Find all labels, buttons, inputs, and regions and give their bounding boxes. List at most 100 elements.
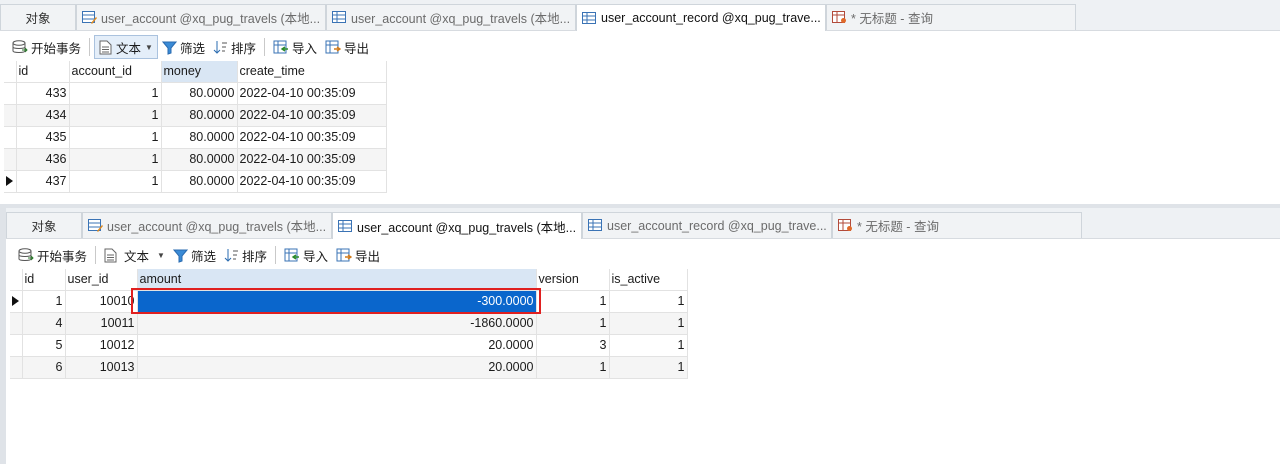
row-indicator[interactable] [4, 148, 17, 171]
tab-objects[interactable]: 对象 [6, 212, 82, 238]
cell-account-id[interactable]: 1 [69, 104, 162, 127]
table-icon [338, 219, 352, 232]
row-indicator[interactable] [10, 356, 23, 379]
cell-version[interactable]: 1 [536, 312, 610, 335]
tab-untitled-query[interactable]: * 无标题 - 查询 [826, 4, 1076, 30]
cell-id[interactable]: 437 [16, 170, 70, 193]
table-row[interactable]: 436 1 80.0000 2022-04-10 00:35:09 [4, 148, 387, 171]
cell-create-time[interactable]: 2022-04-10 00:35:09 [237, 104, 387, 127]
cell-money[interactable]: 80.0000 [161, 82, 238, 105]
cell-is-active[interactable]: 1 [609, 290, 688, 313]
cell-version[interactable]: 1 [536, 356, 610, 379]
begin-transaction-label: 开始事务 [37, 249, 88, 264]
cell-id[interactable]: 435 [16, 126, 70, 149]
column-header-account-id[interactable]: account_id [69, 61, 162, 83]
table-row[interactable]: 434 1 80.0000 2022-04-10 00:35:09 [4, 104, 387, 127]
cell-create-time[interactable]: 2022-04-10 00:35:09 [237, 170, 387, 193]
chevron-down-icon[interactable]: ▼ [145, 43, 153, 52]
row-indicator[interactable] [4, 170, 17, 193]
import-icon [284, 248, 299, 261]
text-view-button[interactable]: 文本 ▼ [100, 244, 169, 266]
cell-is-active[interactable]: 1 [609, 312, 688, 335]
cell-id[interactable]: 4 [22, 312, 66, 335]
column-header-money[interactable]: money [161, 61, 238, 83]
cell-user-id[interactable]: 10013 [65, 356, 138, 379]
cell-amount[interactable]: 20.0000 [137, 334, 537, 357]
table-row[interactable]: 6 10013 20.0000 1 1 [10, 356, 688, 379]
cell-amount[interactable]: -1860.0000 [137, 312, 537, 335]
table-row[interactable]: 437 1 80.0000 2022-04-10 00:35:09 [4, 170, 387, 193]
row-indicator[interactable] [10, 312, 23, 335]
table-row[interactable]: 4 10011 -1860.0000 1 1 [10, 312, 688, 335]
cell-money[interactable]: 80.0000 [161, 148, 238, 171]
begin-transaction-button[interactable]: 开始事务 [8, 36, 85, 58]
cell-id[interactable]: 1 [22, 290, 66, 313]
import-icon [273, 40, 288, 53]
filter-label: 筛选 [179, 41, 205, 56]
column-header-amount[interactable]: amount [137, 269, 537, 291]
row-indicator[interactable] [10, 334, 23, 357]
cell-id[interactable]: 436 [16, 148, 70, 171]
cell-create-time[interactable]: 2022-04-10 00:35:09 [237, 82, 387, 105]
toolbar: 开始事务 文本 ▼ 筛选 排序 导入 导出 [6, 241, 1280, 269]
cell-version[interactable]: 1 [536, 290, 610, 313]
tab-user-account-edit[interactable]: user_account @xq_pug_travels (本地... [82, 212, 332, 238]
sort-button[interactable]: 排序 [209, 36, 260, 58]
cell-user-id[interactable]: 10011 [65, 312, 138, 335]
table-row[interactable]: 435 1 80.0000 2022-04-10 00:35:09 [4, 126, 387, 149]
cell-version[interactable]: 3 [536, 334, 610, 357]
tab-user-account-record[interactable]: user_account_record @xq_pug_trave... [582, 212, 832, 238]
import-button[interactable]: 导入 [269, 36, 321, 58]
import-button[interactable]: 导入 [280, 244, 332, 266]
cell-id[interactable]: 6 [22, 356, 66, 379]
filter-button[interactable]: 筛选 [169, 244, 220, 266]
row-indicator[interactable] [4, 82, 17, 105]
cell-id[interactable]: 5 [22, 334, 66, 357]
cell-account-id[interactable]: 1 [69, 148, 162, 171]
tab-user-account[interactable]: user_account @xq_pug_travels (本地... [326, 4, 576, 30]
cell-user-id[interactable]: 10012 [65, 334, 138, 357]
text-view-button[interactable]: 文本 ▼ [94, 35, 158, 59]
row-indicator[interactable] [4, 104, 17, 127]
row-indicator[interactable] [10, 290, 23, 313]
tab-objects[interactable]: 对象 [0, 4, 76, 30]
column-header-user-id[interactable]: user_id [65, 269, 138, 291]
tab-user-account-record[interactable]: user_account_record @xq_pug_trave... [576, 4, 826, 31]
cell-account-id[interactable]: 1 [69, 170, 162, 193]
sort-button[interactable]: 排序 [220, 244, 271, 266]
cell-user-id[interactable]: 10010 [65, 290, 138, 313]
export-button[interactable]: 导出 [332, 244, 384, 266]
export-button[interactable]: 导出 [321, 36, 373, 58]
cell-amount-selected[interactable]: -300.0000 [137, 290, 537, 313]
cell-id[interactable]: 434 [16, 104, 70, 127]
table-row[interactable]: 433 1 80.0000 2022-04-10 00:35:09 [4, 82, 387, 105]
cell-money[interactable]: 80.0000 [161, 104, 238, 127]
cell-account-id[interactable]: 1 [69, 82, 162, 105]
row-indicator[interactable] [4, 126, 17, 149]
cell-money[interactable]: 80.0000 [161, 126, 238, 149]
toolbar-divider [95, 246, 97, 264]
begin-transaction-button[interactable]: 开始事务 [14, 244, 91, 266]
column-header-id[interactable]: id [16, 61, 70, 83]
column-header-create-time[interactable]: create_time [237, 61, 387, 83]
chevron-down-icon[interactable]: ▼ [157, 251, 165, 260]
table-row[interactable]: 5 10012 20.0000 3 1 [10, 334, 688, 357]
cell-create-time[interactable]: 2022-04-10 00:35:09 [237, 148, 387, 171]
cell-money[interactable]: 80.0000 [161, 170, 238, 193]
table-row[interactable]: 1 10010 -300.0000 1 1 [10, 290, 688, 313]
cell-amount[interactable]: 20.0000 [137, 356, 537, 379]
cell-id[interactable]: 433 [16, 82, 70, 105]
tab-user-account[interactable]: user_account @xq_pug_travels (本地... [332, 212, 582, 239]
column-header-is-active[interactable]: is_active [609, 269, 688, 291]
cell-is-active[interactable]: 1 [609, 356, 688, 379]
tab-untitled-query[interactable]: * 无标题 - 查询 [832, 212, 1082, 238]
tab-user-account-edit[interactable]: user_account @xq_pug_travels (本地... [76, 4, 326, 30]
column-header-version[interactable]: version [536, 269, 610, 291]
cell-account-id[interactable]: 1 [69, 126, 162, 149]
cell-create-time[interactable]: 2022-04-10 00:35:09 [237, 126, 387, 149]
cell-is-active[interactable]: 1 [609, 334, 688, 357]
filter-button[interactable]: 筛选 [158, 36, 209, 58]
column-header-id[interactable]: id [22, 269, 66, 291]
text-view-label: 文本 [124, 249, 150, 264]
header-row: id user_id amount version is_active [10, 269, 688, 291]
